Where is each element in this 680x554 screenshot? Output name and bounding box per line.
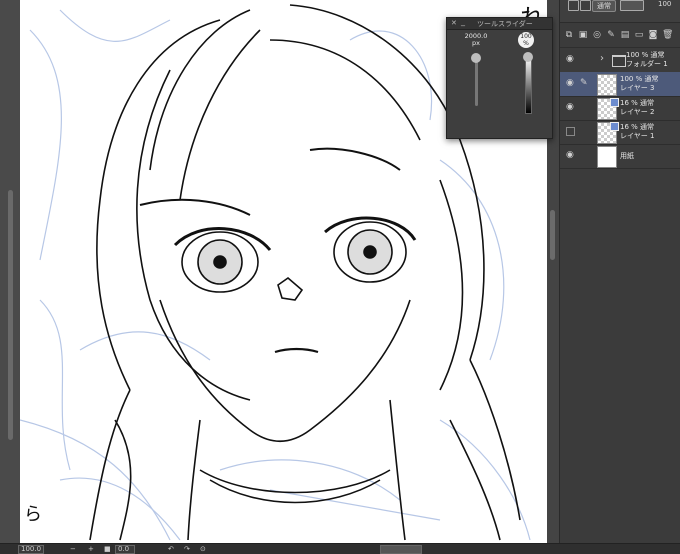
visibility-eye-icon[interactable]: ◉ (566, 151, 576, 160)
left-scrollbar[interactable] (8, 190, 13, 440)
folder-icon (612, 55, 626, 67)
layer-name: レイヤー 2 (620, 108, 655, 116)
layer-name: 用紙 (620, 152, 634, 160)
layer-mask-add-icon[interactable]: ◙ (648, 30, 658, 40)
palette-color-icon[interactable] (580, 0, 591, 11)
tool-slider-titlebar[interactable]: ✕ _ ツールスライダー (447, 17, 552, 30)
layer-panel-toolbar: 通常 100 (560, 0, 680, 23)
brush-size-readout: 2000.0 px (463, 33, 489, 47)
layer-label: 16 % 通常 レイヤー 1 (620, 123, 654, 141)
layer-name: レイヤー 3 (620, 84, 655, 92)
layer-mask-icon[interactable] (568, 0, 579, 11)
layer-actions-row: ⧉ ▣ ◎ ✎ ▤ ▭ ◙ 🗑 (560, 23, 680, 48)
minimize-icon[interactable]: _ (461, 17, 465, 26)
opacity-field[interactable] (620, 0, 644, 11)
clip-icon[interactable]: ⧉ (564, 30, 574, 40)
new-folder-icon[interactable]: ▭ (634, 30, 644, 40)
layer-color-badge (610, 122, 619, 131)
layer-thumbnail (597, 74, 617, 96)
layer-blend: 100 % 通常 (626, 51, 665, 59)
layer-label: 16 % 通常 レイヤー 2 (620, 99, 654, 117)
tool-slider-panel[interactable]: ✕ _ ツールスライダー 2000.0 px 100 % (446, 17, 553, 139)
close-icon[interactable]: ✕ (451, 19, 457, 27)
layer-color-badge (610, 98, 619, 107)
layer-row-layer1[interactable]: 16 % 通常 レイヤー 1 (560, 120, 680, 145)
scroll-thumb[interactable] (550, 210, 555, 260)
layer-blend: 16 % 通常 (620, 99, 655, 107)
brush-size-unit: px (472, 39, 480, 47)
tool-slider-title: ツールスライダー (477, 20, 533, 28)
lock-icon[interactable]: ▣ (578, 30, 588, 40)
status-bar: 100.0 − + ■ 0.0 ↶ ↷ ⊙ (0, 543, 680, 554)
opacity-unit: % (523, 40, 529, 47)
layer-row-paper[interactable]: ◉ 用紙 (560, 144, 680, 169)
layer-panel: 通常 100 ⧉ ▣ ◎ ✎ ▤ ▭ ◙ 🗑 ◉ › 100 % 通常 フォルダ… (559, 0, 680, 543)
layer-row-layer3[interactable]: ◉ ✎ 100 % 通常 レイヤー 3 (560, 72, 680, 97)
opacity-knob[interactable] (523, 52, 533, 62)
layer-blend: 16 % 通常 (620, 123, 655, 131)
opacity-value: 100 (520, 33, 532, 40)
layer-blend: 100 % 通常 (620, 75, 659, 83)
brush-size-knob[interactable] (471, 53, 481, 63)
opacity-value: 100 (658, 0, 672, 8)
visibility-checkbox[interactable] (566, 127, 575, 136)
chevron-right-icon[interactable]: › (600, 53, 604, 64)
layer-name: フォルダー 1 (626, 60, 668, 68)
visibility-eye-icon[interactable]: ◉ (566, 79, 576, 88)
opacity-readout: 100 % (518, 32, 534, 48)
layer-label: 100 % 通常 フォルダー 1 (626, 51, 668, 69)
brush-size-track[interactable] (475, 56, 478, 106)
blend-mode-select[interactable]: 通常 (592, 0, 616, 12)
layer-row-folder1[interactable]: ◉ › 100 % 通常 フォルダー 1 (560, 48, 680, 73)
paper-thumbnail (597, 146, 617, 168)
visibility-eye-icon[interactable]: ◉ (566, 55, 576, 64)
trash-icon[interactable]: 🗑 (662, 30, 673, 40)
reference-icon[interactable]: ◎ (592, 30, 602, 40)
layer-name: レイヤー 1 (620, 132, 655, 140)
new-layer-icon[interactable]: ▤ (620, 30, 630, 40)
draft-icon[interactable]: ✎ (606, 30, 616, 40)
layer-row-layer2[interactable]: ◉ 16 % 通常 レイヤー 2 (560, 96, 680, 121)
opacity-track[interactable] (525, 56, 532, 114)
layer-label: 100 % 通常 レイヤー 3 (620, 75, 658, 93)
pen-edit-icon: ✎ (580, 78, 588, 88)
layer-label: 用紙 (620, 152, 634, 161)
corner-glyph-bottom: ら (24, 504, 42, 525)
left-scroll-strip (0, 0, 20, 543)
visibility-eye-icon[interactable]: ◉ (566, 103, 576, 112)
